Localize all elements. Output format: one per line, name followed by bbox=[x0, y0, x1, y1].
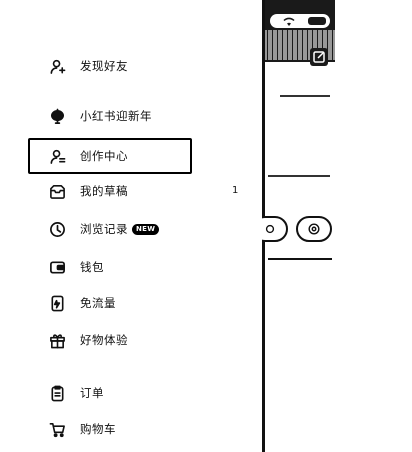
menu-item-label: 发现好友 bbox=[80, 59, 128, 73]
content-divider bbox=[280, 95, 330, 97]
menu-item-my-drafts[interactable]: 我的草稿 bbox=[28, 173, 192, 209]
menu-item-label: 免流量 bbox=[80, 296, 116, 310]
menu-item-label: 钱包 bbox=[80, 260, 104, 274]
menu-item-label: 订单 bbox=[80, 386, 104, 400]
menu-item-label: 购物车 bbox=[80, 422, 116, 436]
lantern-icon bbox=[48, 107, 66, 125]
edit-icon[interactable] bbox=[310, 48, 328, 66]
orders-icon bbox=[48, 384, 66, 402]
menu-item-new-year-event[interactable]: 小红书迎新年 bbox=[28, 98, 192, 134]
history-icon bbox=[48, 220, 66, 238]
settings-button[interactable] bbox=[296, 216, 332, 242]
drafts-icon bbox=[48, 182, 66, 200]
menu-item-label: 浏览记录 bbox=[80, 222, 128, 236]
menu-item-orders[interactable]: 订单 bbox=[28, 375, 192, 411]
new-badge: NEW bbox=[132, 223, 160, 235]
battery-icon bbox=[308, 17, 326, 25]
gift-icon bbox=[48, 331, 66, 349]
side-drawer-menu: 发现好友 小红书迎新年 创作中心 我的草稿 1 浏览记录 NEW 钱包 免流量 … bbox=[0, 0, 260, 452]
free-data-icon bbox=[48, 294, 66, 312]
add-friend-icon bbox=[48, 57, 66, 75]
creator-icon bbox=[48, 147, 66, 165]
camera-icon bbox=[265, 224, 275, 234]
wallet-icon bbox=[48, 258, 66, 276]
menu-item-creator-center[interactable]: 创作中心 bbox=[28, 138, 192, 174]
drafts-count: 1 bbox=[232, 185, 239, 196]
content-divider bbox=[268, 175, 330, 177]
menu-item-cart[interactable]: 购物车 bbox=[28, 411, 192, 447]
menu-item-wallet[interactable]: 钱包 bbox=[28, 249, 192, 285]
menu-item-product-trial[interactable]: 好物体验 bbox=[28, 322, 192, 358]
menu-item-label: 小红书迎新年 bbox=[80, 109, 152, 123]
menu-item-browse-history[interactable]: 浏览记录 NEW bbox=[28, 211, 192, 247]
menu-item-free-data[interactable]: 免流量 bbox=[28, 285, 192, 321]
profile-action-button[interactable] bbox=[262, 216, 288, 242]
cart-icon bbox=[48, 420, 66, 438]
menu-item-label: 我的草稿 bbox=[80, 184, 128, 198]
menu-item-label: 好物体验 bbox=[80, 333, 128, 347]
settings-icon bbox=[308, 223, 320, 235]
menu-item-label: 创作中心 bbox=[80, 149, 128, 163]
wifi-icon bbox=[283, 17, 295, 26]
section-divider bbox=[268, 258, 332, 260]
menu-item-discover-friends[interactable]: 发现好友 bbox=[28, 48, 192, 84]
background-app-screen[interactable] bbox=[262, 0, 412, 452]
